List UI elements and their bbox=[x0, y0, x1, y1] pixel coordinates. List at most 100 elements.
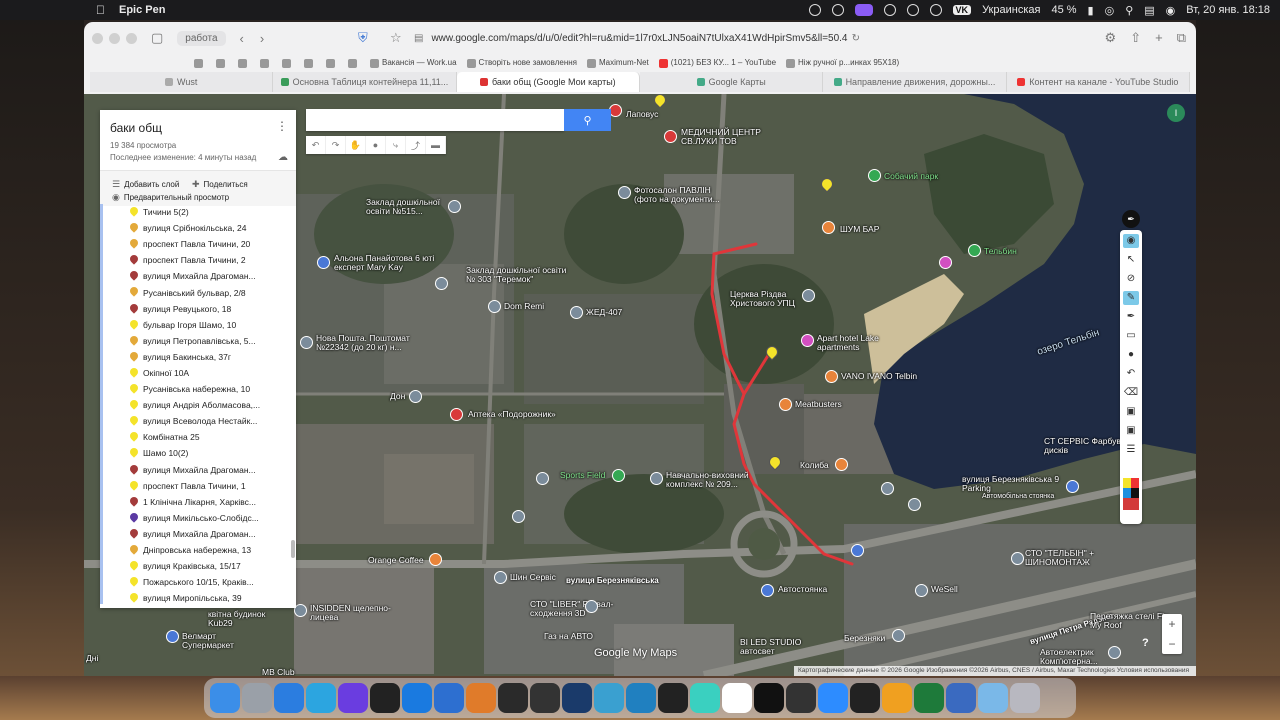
map-label[interactable]: Тельбин bbox=[984, 247, 1017, 256]
active-app-name[interactable]: Epic Pen bbox=[119, 4, 165, 16]
map-label[interactable]: Meatbusters bbox=[795, 400, 842, 409]
new-tab-icon[interactable]: + bbox=[1155, 30, 1163, 46]
list-item[interactable]: вулиця Ревуцького, 18 bbox=[103, 301, 296, 317]
map-label[interactable]: ЖЕД-407 bbox=[586, 308, 622, 317]
restaurant-marker[interactable] bbox=[779, 398, 792, 411]
bookmark-favicon[interactable] bbox=[194, 58, 206, 68]
add-layer-button[interactable]: ☰ Добавить слой bbox=[112, 179, 179, 190]
tab-my-maps[interactable]: баки общ (Google Мои карты) bbox=[456, 72, 640, 92]
bookmark-favicon[interactable] bbox=[304, 58, 316, 68]
dock-app-activity-icon[interactable] bbox=[658, 683, 688, 713]
bookmark-knife[interactable]: Ніж ручної р...инках 95X18) bbox=[786, 58, 899, 68]
map-label[interactable]: Автомобільна стоянка bbox=[982, 492, 1054, 501]
dock-app-final-cut-icon[interactable] bbox=[498, 683, 528, 713]
map-label[interactable]: Березняки bbox=[844, 634, 885, 643]
dock-app-chatgpt-icon[interactable] bbox=[754, 683, 784, 713]
map-label[interactable]: Собачий парк bbox=[884, 172, 938, 181]
settings-icon[interactable] bbox=[906, 4, 919, 16]
settings-icon[interactable]: ☰ bbox=[1123, 443, 1139, 457]
restaurant-marker[interactable] bbox=[835, 458, 848, 471]
dock-app-tasks-icon[interactable] bbox=[402, 683, 432, 713]
search-button[interactable]: ⚲ bbox=[564, 109, 611, 131]
keyboard-badge[interactable]: VK bbox=[952, 5, 972, 15]
cafe-marker[interactable] bbox=[429, 553, 442, 566]
tab-container-table[interactable]: Основна Таблиця контейнера 11,11... bbox=[273, 72, 457, 92]
map-label[interactable]: Orange Coffee bbox=[368, 556, 424, 565]
list-item[interactable]: Комбінатна 25 bbox=[103, 429, 296, 445]
dock-app-app-icon[interactable] bbox=[690, 683, 720, 713]
list-item[interactable]: проспект Павла Тичини, 2 bbox=[103, 252, 296, 268]
poi-marker[interactable] bbox=[300, 336, 313, 349]
list-item[interactable]: вулиця Микільсько-Слобідс... bbox=[103, 510, 296, 526]
map-label[interactable]: Дні bbox=[86, 654, 98, 663]
list-item[interactable]: Русанівська набережна, 10 bbox=[103, 381, 296, 397]
more-vert-icon[interactable]: ⋮ bbox=[276, 119, 288, 133]
map-label[interactable]: Аптека «Подорожник» bbox=[468, 410, 556, 419]
shield-icon[interactable]: ⛨ bbox=[358, 30, 368, 46]
parking-marker[interactable] bbox=[851, 544, 864, 557]
map-label[interactable]: Автостоянка bbox=[778, 585, 827, 594]
bookmark-workua[interactable]: Вакансія — Work.ua bbox=[370, 58, 457, 68]
map-label[interactable]: Sports Field bbox=[560, 471, 605, 480]
list-item[interactable]: вулиця Всеволода Нестайк... bbox=[103, 413, 296, 429]
parking-marker[interactable] bbox=[1066, 480, 1079, 493]
window-minimize-button[interactable] bbox=[109, 32, 120, 44]
dock-app-excel-icon[interactable] bbox=[914, 683, 944, 713]
zoom-in-button[interactable]: + bbox=[1162, 614, 1182, 634]
map-label[interactable]: Навчально-виховний комплекс № 209... bbox=[666, 471, 766, 489]
brush-size-icon[interactable]: ● bbox=[1123, 348, 1139, 362]
poi-marker[interactable] bbox=[536, 472, 549, 485]
dock-app-app-icon[interactable] bbox=[786, 683, 816, 713]
list-item[interactable]: Пожарського 10/15, Краків... bbox=[103, 574, 296, 590]
play-icon[interactable] bbox=[929, 4, 942, 16]
poi-marker[interactable] bbox=[512, 510, 525, 523]
forward-icon[interactable]: › bbox=[260, 31, 264, 46]
add-marker-icon[interactable]: ● bbox=[366, 136, 386, 154]
poi-marker[interactable] bbox=[650, 472, 663, 485]
dock-app-safari-icon[interactable] bbox=[274, 683, 304, 713]
map-label[interactable]: Заклад дошкільної освіти №515... bbox=[366, 198, 456, 216]
list-item[interactable]: вулиця Петропавлівська, 5... bbox=[103, 333, 296, 349]
wifi-icon[interactable]: ◎ bbox=[1105, 4, 1115, 17]
star-icon[interactable]: ☆ bbox=[390, 30, 402, 46]
record-icon[interactable] bbox=[808, 4, 821, 16]
poi-marker[interactable] bbox=[1108, 646, 1121, 659]
map-search-input[interactable] bbox=[306, 109, 564, 131]
map-label[interactable]: СТО "ТЕЛЬБІН" + ШИНОМОНТАЖ bbox=[1025, 549, 1125, 567]
undo-icon[interactable]: ↶ bbox=[306, 136, 326, 154]
input-language[interactable]: Украинская bbox=[982, 4, 1040, 16]
list-item[interactable]: Шамо 10(2) bbox=[103, 445, 296, 461]
map-label[interactable]: Альона Панайотова 6 юті експерт Mary Kay bbox=[334, 254, 444, 272]
sidebar-toggle-icon[interactable]: ▢ bbox=[151, 30, 163, 46]
address-bar[interactable]: ▤ www.google.com/maps/d/u/0/edit?hl=ru&m… bbox=[414, 27, 860, 49]
map-label[interactable]: BI LED STUDIO автосвет bbox=[740, 638, 820, 656]
church-marker[interactable] bbox=[802, 289, 815, 302]
dock-app-app-icon[interactable] bbox=[850, 683, 880, 713]
bookmark-favicon[interactable] bbox=[238, 58, 250, 68]
dock-app-trash-icon[interactable] bbox=[1010, 683, 1040, 713]
map-label[interactable]: INSIDDEN щелепно-лицева bbox=[310, 604, 400, 622]
poi-marker[interactable] bbox=[488, 300, 501, 313]
map-label[interactable]: Дон bbox=[390, 392, 405, 401]
share-button[interactable]: ✚ Поделиться bbox=[192, 179, 248, 190]
tab-wust[interactable]: Wust bbox=[90, 72, 274, 92]
parking-marker[interactable] bbox=[761, 584, 774, 597]
list-item[interactable]: вулиця Срібнокільська, 24 bbox=[103, 220, 296, 236]
park-marker[interactable] bbox=[968, 244, 981, 257]
list-item[interactable]: вулиця Михайла Драгоман... bbox=[103, 462, 296, 478]
poi-marker[interactable] bbox=[915, 584, 928, 597]
dock-app-epic-pen-icon[interactable] bbox=[338, 683, 368, 713]
map-label[interactable]: Лаповус bbox=[626, 110, 658, 119]
dock-app-zoom-icon[interactable] bbox=[818, 683, 848, 713]
hand-icon[interactable]: ✋ bbox=[346, 136, 366, 154]
poi-marker[interactable] bbox=[618, 186, 631, 199]
list-scrollbar[interactable] bbox=[291, 540, 295, 558]
draw-line-icon[interactable]: ⤷ bbox=[386, 136, 406, 154]
map-label[interactable]: вулиця Березняківська 9 Parking bbox=[962, 475, 1070, 493]
map-label[interactable]: Заклад дошкільної освіти № 303 "Теремок" bbox=[466, 266, 571, 284]
gear-icon[interactable]: ⚙ bbox=[1105, 30, 1117, 46]
bookmark-favicon[interactable] bbox=[326, 58, 338, 68]
camera-icon[interactable]: ▣ bbox=[1123, 424, 1139, 438]
dock-app-app-icon[interactable] bbox=[594, 683, 624, 713]
list-item[interactable]: проспект Павла Тичини, 20 bbox=[103, 236, 296, 252]
